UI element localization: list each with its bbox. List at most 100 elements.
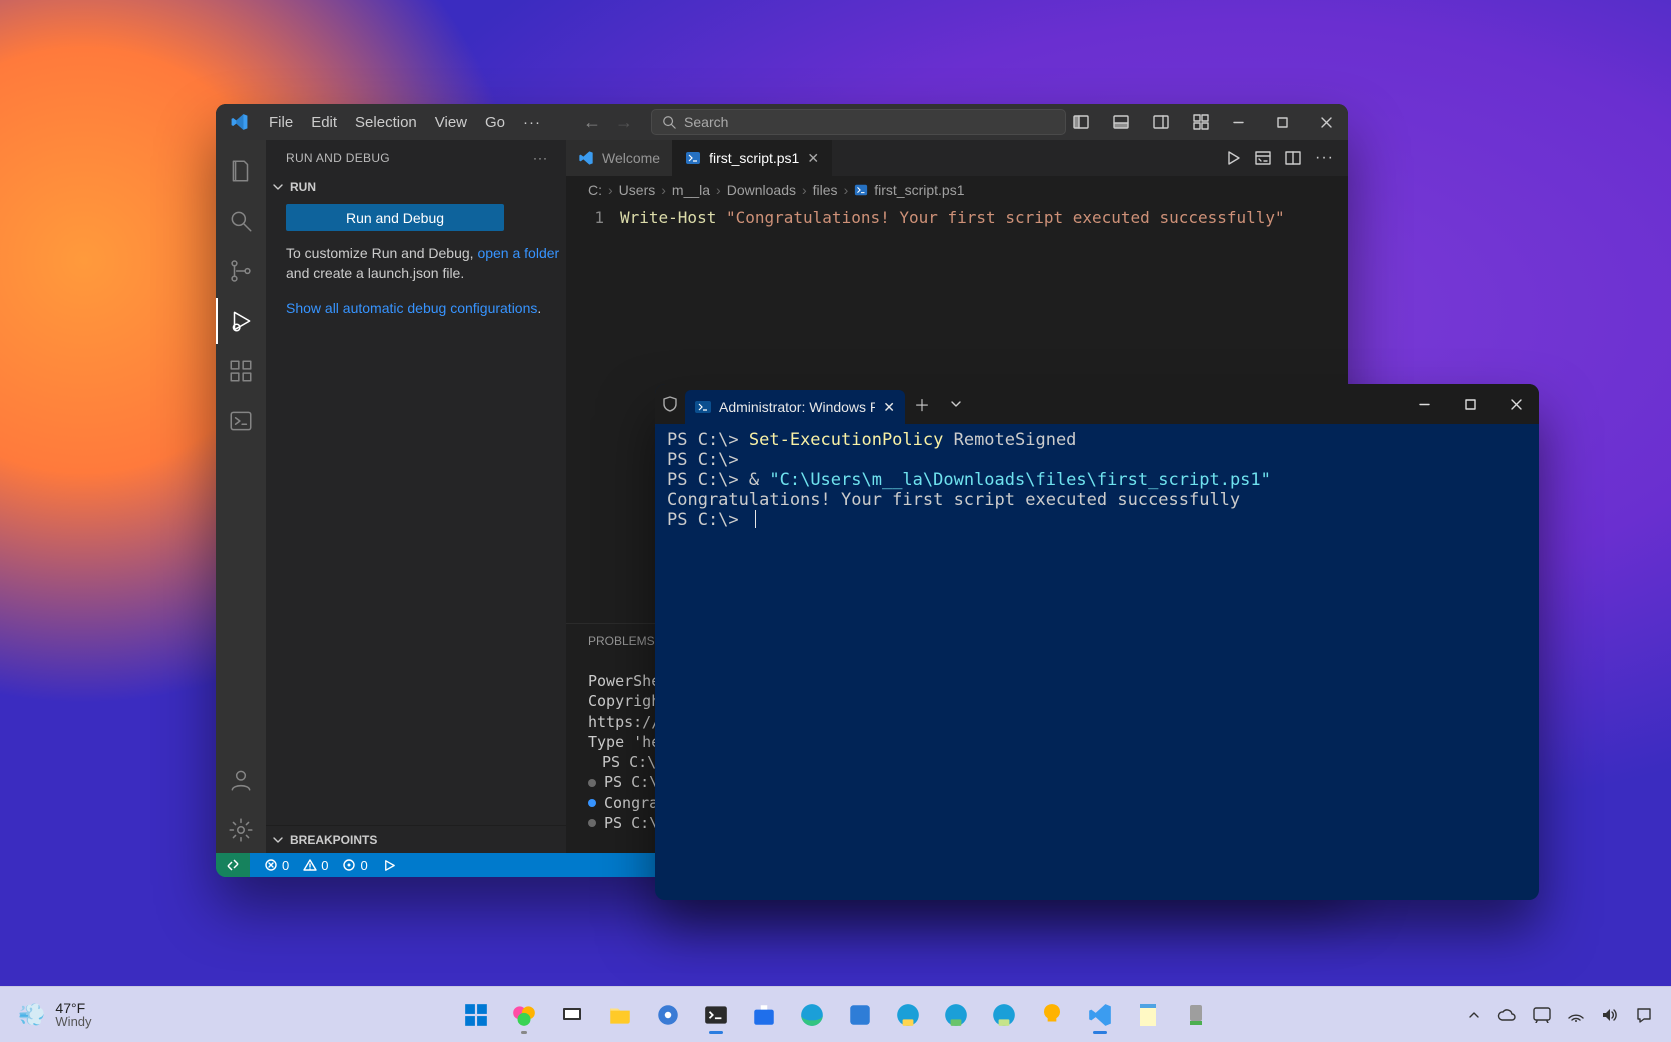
chevron-down-icon bbox=[272, 834, 284, 846]
layout-panel-icon[interactable] bbox=[1106, 107, 1136, 137]
tab-close-icon[interactable]: ✕ bbox=[807, 150, 819, 167]
status-debug-icon[interactable] bbox=[382, 858, 397, 873]
taskbar-app-settings[interactable] bbox=[647, 994, 689, 1036]
tray-volume-icon[interactable] bbox=[1601, 1007, 1619, 1023]
start-button[interactable] bbox=[455, 994, 497, 1036]
status-errors[interactable]: 0 bbox=[264, 858, 289, 873]
menu-more[interactable]: ··· bbox=[515, 110, 549, 135]
activity-powershell-icon[interactable] bbox=[216, 398, 266, 444]
maximize-button[interactable] bbox=[1260, 104, 1304, 140]
taskbar-app-taskview[interactable] bbox=[551, 994, 593, 1036]
tab-close-icon[interactable]: ✕ bbox=[883, 399, 895, 416]
taskbar-app-edge-dev[interactable] bbox=[983, 994, 1025, 1036]
activity-bar bbox=[216, 140, 266, 853]
taskbar-app-edge[interactable] bbox=[791, 994, 833, 1036]
admin-shield-icon bbox=[655, 384, 685, 424]
breadcrumb[interactable]: C:› Users› m__la› Downloads› files› firs… bbox=[566, 176, 1348, 204]
tab-welcome[interactable]: Welcome bbox=[566, 140, 673, 176]
split-editor-icon[interactable] bbox=[1285, 150, 1301, 166]
tab-file[interactable]: first_script.ps1 ✕ bbox=[673, 140, 832, 176]
tab-dropdown-icon[interactable] bbox=[939, 384, 973, 424]
nav-back-icon[interactable]: ← bbox=[583, 112, 601, 133]
editor-more-icon[interactable]: ··· bbox=[1315, 149, 1334, 167]
breakpoints-section[interactable]: BREAKPOINTS bbox=[266, 825, 566, 853]
menu-file[interactable]: File bbox=[261, 110, 301, 135]
terminal-content[interactable]: PS C:\> Set-ExecutionPolicy RemoteSigned… bbox=[655, 424, 1539, 900]
nav-forward-icon[interactable]: → bbox=[615, 112, 633, 133]
terminal-tab[interactable]: Administrator: Windows Powe ✕ bbox=[685, 390, 905, 424]
run-and-debug-button[interactable]: Run and Debug bbox=[286, 204, 504, 231]
taskbar-app-terminal[interactable] bbox=[695, 994, 737, 1036]
token-cmd: Write-Host bbox=[620, 208, 716, 227]
run-section-header[interactable]: RUN bbox=[266, 176, 566, 200]
close-button[interactable] bbox=[1493, 384, 1539, 424]
terminal-window-controls bbox=[1401, 384, 1539, 424]
line-number: 1 bbox=[566, 208, 604, 227]
activity-scm-icon[interactable] bbox=[216, 248, 266, 294]
open-folder-link[interactable]: open a folder bbox=[477, 245, 559, 261]
powershell-icon bbox=[695, 399, 711, 415]
minimize-button[interactable] bbox=[1401, 384, 1447, 424]
menu-selection[interactable]: Selection bbox=[347, 110, 425, 135]
taskbar-app-vscode[interactable] bbox=[1079, 994, 1121, 1036]
search-placeholder: Search bbox=[684, 114, 728, 130]
activity-settings-icon[interactable] bbox=[216, 807, 266, 853]
command-center-search[interactable]: Search bbox=[651, 109, 1066, 135]
taskbar-app-colorful[interactable] bbox=[503, 994, 545, 1036]
remote-indicator[interactable] bbox=[216, 853, 250, 877]
crumb[interactable]: m__la bbox=[672, 182, 710, 198]
menu-view[interactable]: View bbox=[427, 110, 475, 135]
crumb[interactable]: C: bbox=[588, 182, 602, 198]
taskbar-app-store[interactable] bbox=[743, 994, 785, 1036]
menu-edit[interactable]: Edit bbox=[303, 110, 345, 135]
taskbar-app-tips[interactable] bbox=[1031, 994, 1073, 1036]
show-configs-link[interactable]: Show all automatic debug configurations bbox=[286, 300, 537, 316]
panel-tab-problems[interactable]: PROBLEMS bbox=[588, 634, 655, 648]
crumb[interactable]: Users bbox=[619, 182, 656, 198]
activity-extensions-icon[interactable] bbox=[216, 348, 266, 394]
tab-file-label: first_script.ps1 bbox=[709, 150, 799, 166]
close-button[interactable] bbox=[1304, 104, 1348, 140]
tray-network-icon[interactable] bbox=[1567, 1008, 1585, 1022]
taskbar-app-rufus[interactable] bbox=[1175, 994, 1217, 1036]
tray-notifications-icon[interactable] bbox=[1635, 1006, 1653, 1024]
layout-sidebar-right-icon[interactable] bbox=[1146, 107, 1176, 137]
minimize-button[interactable] bbox=[1216, 104, 1260, 140]
weather-icon: 💨 bbox=[18, 1002, 45, 1028]
status-ports[interactable]: 0 bbox=[342, 858, 367, 873]
vscode-logo-icon bbox=[578, 150, 594, 166]
status-warnings[interactable]: 0 bbox=[303, 858, 328, 873]
taskbar-app-notepad[interactable] bbox=[1127, 994, 1169, 1036]
panel-more-icon[interactable]: ··· bbox=[533, 151, 548, 165]
search-icon bbox=[662, 115, 676, 129]
crumb[interactable]: first_script.ps1 bbox=[874, 182, 964, 198]
crumb[interactable]: files bbox=[813, 182, 838, 198]
vscode-window-controls bbox=[1216, 104, 1348, 140]
terminal-tab-title: Administrator: Windows Powe bbox=[719, 399, 875, 415]
taskbar-app-edge-can[interactable] bbox=[887, 994, 929, 1036]
taskbar-app-generic1[interactable] bbox=[839, 994, 881, 1036]
taskbar-app-edge-beta[interactable] bbox=[935, 994, 977, 1036]
token-string: "Congratulations! Your first script exec… bbox=[726, 208, 1285, 227]
menu-go[interactable]: Go bbox=[477, 110, 513, 135]
activity-run-debug-icon[interactable] bbox=[216, 298, 266, 344]
run-file-icon[interactable] bbox=[1225, 150, 1241, 166]
debug-console-icon[interactable] bbox=[1255, 150, 1271, 166]
tray-language-icon[interactable] bbox=[1533, 1007, 1551, 1023]
powershell-file-icon bbox=[854, 183, 868, 197]
new-tab-button[interactable]: ＋ bbox=[905, 384, 939, 424]
terminal-titlebar: Administrator: Windows Powe ✕ ＋ bbox=[655, 384, 1539, 424]
crumb[interactable]: Downloads bbox=[727, 182, 796, 198]
activity-search-icon[interactable] bbox=[216, 198, 266, 244]
activity-account-icon[interactable] bbox=[216, 757, 266, 803]
taskbar-app-explorer[interactable] bbox=[599, 994, 641, 1036]
taskbar-weather[interactable]: 💨 47°F Windy bbox=[0, 1001, 92, 1028]
tray-onedrive-icon[interactable] bbox=[1497, 1008, 1517, 1022]
layout-customize-icon[interactable] bbox=[1186, 107, 1216, 137]
maximize-button[interactable] bbox=[1447, 384, 1493, 424]
breakpoints-label: BREAKPOINTS bbox=[290, 833, 377, 847]
layout-sidebar-left-icon[interactable] bbox=[1066, 107, 1096, 137]
activity-explorer-icon[interactable] bbox=[216, 148, 266, 194]
tray-chevron-up-icon[interactable] bbox=[1467, 1008, 1481, 1022]
powershell-file-icon bbox=[685, 150, 701, 166]
